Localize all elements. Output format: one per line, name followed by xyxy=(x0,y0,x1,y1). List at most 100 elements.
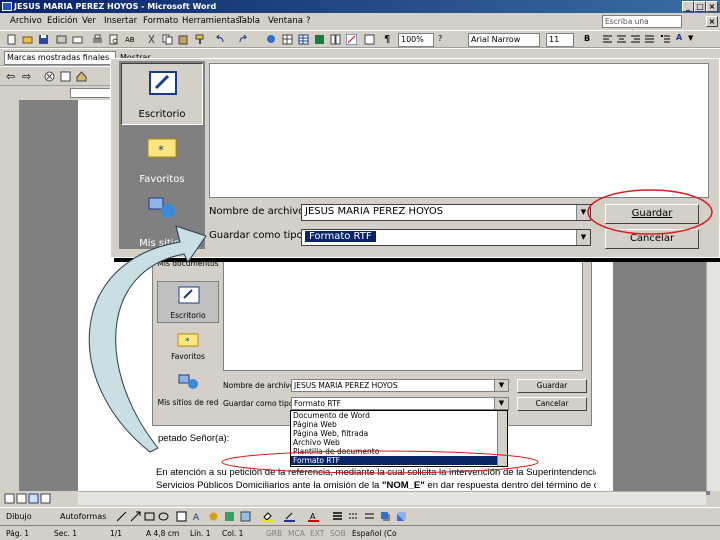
help-icon[interactable]: ? xyxy=(438,34,442,43)
menu-edicion[interactable]: Edición xyxy=(47,16,78,26)
print-layout-icon[interactable] xyxy=(28,493,39,504)
filetype-option-selected[interactable]: Formato RTF xyxy=(291,456,507,465)
horizontal-scrollbar[interactable] xyxy=(78,491,706,505)
font-name-select[interactable]: Arial Narrow xyxy=(468,33,540,47)
filename-input[interactable]: JESUS MARIA PEREZ HOYOS ▼ xyxy=(301,204,591,221)
place-mis-sitios-de-red[interactable]: Mis sitios de red xyxy=(157,371,219,407)
justify-icon[interactable] xyxy=(644,34,655,45)
status-record[interactable]: GRB xyxy=(266,529,282,538)
insert-table-icon[interactable] xyxy=(298,34,309,45)
chevron-down-icon[interactable]: ▼ xyxy=(576,230,590,245)
menu-help[interactable]: ? xyxy=(306,16,311,26)
stop-icon[interactable] xyxy=(44,71,55,82)
file-list-zoomed[interactable] xyxy=(209,63,709,198)
back-arrow-icon[interactable]: ⇦ xyxy=(6,70,15,83)
web-view-icon[interactable] xyxy=(16,493,27,504)
shadow-style-icon[interactable] xyxy=(380,511,391,522)
chevron-down-icon[interactable]: ▼ xyxy=(576,205,590,220)
textbox-icon[interactable] xyxy=(176,511,187,522)
draw-menu[interactable]: Dibujo xyxy=(6,512,32,521)
email-icon[interactable] xyxy=(72,34,83,45)
line-style-icon[interactable] xyxy=(332,511,343,522)
place-mis-documentos[interactable]: Mis documentos xyxy=(157,259,219,268)
file-list-small[interactable] xyxy=(223,259,583,371)
outline-view-icon[interactable] xyxy=(40,493,51,504)
maximize-button[interactable]: □ xyxy=(694,1,706,12)
doc-close-button[interactable]: × xyxy=(706,16,718,27)
numbering-icon[interactable] xyxy=(660,34,671,45)
new-document-icon[interactable] xyxy=(6,34,17,45)
diagram-icon[interactable] xyxy=(208,511,219,522)
place-mis-sitios[interactable]: Mis sitios xyxy=(121,191,203,253)
align-left-icon[interactable] xyxy=(602,34,613,45)
filename-input-small[interactable]: JESUS MARIA PEREZ HOYOS ▼ xyxy=(291,379,509,392)
insert-picture-icon[interactable] xyxy=(240,511,251,522)
zoom-select[interactable]: 100% xyxy=(398,33,434,47)
save-button-small[interactable]: Guardar xyxy=(517,379,587,393)
line-color-icon[interactable] xyxy=(284,511,295,522)
oval-icon[interactable] xyxy=(158,511,169,522)
undo-icon[interactable] xyxy=(214,34,225,45)
insert-excel-icon[interactable] xyxy=(314,34,325,45)
ask-question-box[interactable]: Escriba una pregunta xyxy=(602,15,682,37)
tables-borders-icon[interactable] xyxy=(282,34,293,45)
menu-insertar[interactable]: Insertar xyxy=(104,16,137,26)
hyperlink-icon[interactable] xyxy=(266,34,277,45)
filetype-select-small[interactable]: Formato RTF ▼ xyxy=(291,397,509,410)
filetype-dropdown-list[interactable]: Documento de Word Página Web Página Web,… xyxy=(290,410,508,467)
filetype-option[interactable]: Archivo Web xyxy=(291,438,507,447)
arrow-style-icon[interactable] xyxy=(364,511,375,522)
font-size-select[interactable]: 11 xyxy=(546,33,574,47)
menu-archivo[interactable]: Archivo xyxy=(10,16,42,26)
spelling-icon[interactable]: ABC xyxy=(124,34,135,45)
home-icon[interactable] xyxy=(76,71,87,82)
markup-view-select[interactable]: Marcas mostradas finales xyxy=(4,51,116,65)
paste-icon[interactable] xyxy=(178,34,189,45)
format-painter-icon[interactable] xyxy=(194,34,205,45)
place-escritorio-small[interactable]: Escritorio xyxy=(157,281,219,323)
fill-color-icon[interactable] xyxy=(262,511,273,522)
place-favoritos-small[interactable]: * Favoritos xyxy=(157,329,219,361)
copy-icon[interactable] xyxy=(162,34,173,45)
close-button[interactable]: × xyxy=(706,1,718,12)
menu-herramientas[interactable]: Herramientas xyxy=(182,16,240,26)
place-escritorio[interactable]: Escritorio xyxy=(121,63,203,125)
filetype-option[interactable]: Página Web xyxy=(291,420,507,429)
line-icon[interactable] xyxy=(116,511,127,522)
arrow-icon[interactable] xyxy=(130,511,141,522)
normal-view-icon[interactable] xyxy=(4,493,15,504)
filetype-option[interactable]: Documento de Word xyxy=(291,411,507,420)
print-preview-icon[interactable] xyxy=(108,34,119,45)
cancel-button-small[interactable]: Cancelar xyxy=(517,397,587,411)
align-right-icon[interactable] xyxy=(630,34,641,45)
menu-formato[interactable]: Formato xyxy=(143,16,178,26)
pilcrow-icon[interactable]: ¶ xyxy=(384,34,390,45)
chevron-down-icon[interactable]: ▼ xyxy=(494,380,508,391)
cut-icon[interactable] xyxy=(146,34,157,45)
vertical-ruler[interactable] xyxy=(0,100,20,495)
align-center-icon[interactable] xyxy=(616,34,627,45)
save-disk-icon[interactable] xyxy=(38,34,49,45)
chevron-down-icon[interactable]: ▼ xyxy=(688,34,693,42)
status-extend[interactable]: EXT xyxy=(310,529,324,538)
cancel-button[interactable]: Cancelar xyxy=(605,229,699,249)
save-button[interactable]: Guardar xyxy=(605,204,699,224)
filetype-option[interactable]: Página Web, filtrada xyxy=(291,429,507,438)
columns-icon[interactable] xyxy=(330,34,341,45)
menu-tabla[interactable]: Tabla xyxy=(238,16,260,26)
chevron-down-icon[interactable]: ▼ xyxy=(494,398,508,409)
forward-arrow-icon[interactable]: ⇨ xyxy=(22,70,31,83)
redo-icon[interactable] xyxy=(238,34,249,45)
3d-style-icon[interactable] xyxy=(396,511,407,522)
minimize-button[interactable]: _ xyxy=(682,1,694,12)
filetype-option[interactable]: Plantilla de documento xyxy=(291,447,507,456)
drawing-toggle-icon[interactable] xyxy=(346,34,357,45)
filetype-select[interactable]: Formato RTF ▼ xyxy=(301,229,591,246)
place-favoritos[interactable]: * Favoritos xyxy=(121,127,203,189)
refresh-icon[interactable] xyxy=(60,71,71,82)
wordart-icon[interactable]: A xyxy=(192,511,203,522)
menu-ver[interactable]: Ver xyxy=(82,16,96,26)
status-overtype[interactable]: SOB xyxy=(330,529,346,538)
rectangle-icon[interactable] xyxy=(144,511,155,522)
font-color-draw-icon[interactable]: A xyxy=(308,511,319,522)
